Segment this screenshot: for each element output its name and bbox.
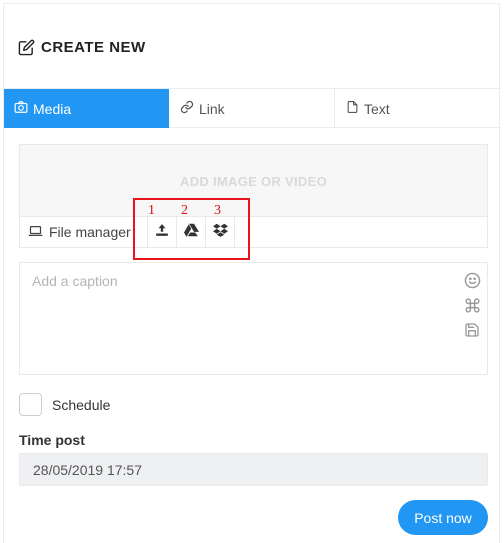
schedule-label: Schedule [52, 396, 111, 413]
google-drive-button[interactable] [177, 217, 206, 247]
media-drop-area[interactable]: ADD IMAGE OR VIDEO File manager [19, 144, 488, 248]
create-new-panel: CREATE NEW Media Link Text ADD IMAGE OR … [3, 3, 501, 543]
annotation-label-2: 2 [181, 203, 188, 218]
caption-placeholder: Add a caption [32, 273, 118, 289]
file-icon [346, 100, 359, 117]
camera-icon [14, 100, 28, 117]
save-icon[interactable] [463, 321, 481, 339]
tab-bar: Media Link Text [4, 88, 501, 128]
post-now-button[interactable]: Post now [398, 500, 488, 535]
file-manager-label: File manager [49, 224, 131, 240]
command-icon[interactable] [463, 296, 481, 314]
smile-icon[interactable] [463, 271, 481, 289]
annotation-label-3: 3 [214, 203, 221, 218]
time-post-label: Time post [19, 432, 85, 448]
tab-media-label: Media [33, 100, 72, 117]
upload-icon [155, 223, 169, 242]
schedule-checkbox[interactable] [19, 393, 42, 416]
link-icon [180, 100, 194, 117]
tab-text-label: Text [364, 100, 390, 117]
edit-icon [18, 39, 35, 56]
page-title: CREATE NEW [41, 38, 146, 56]
upload-button[interactable] [148, 217, 177, 247]
caption-tools [463, 271, 481, 339]
tab-link[interactable]: Link [169, 89, 335, 128]
dropbox-button[interactable] [206, 217, 235, 247]
caption-field[interactable]: Add a caption [19, 262, 488, 375]
tab-media[interactable]: Media [4, 89, 169, 128]
google-drive-icon [183, 223, 199, 242]
annotation-label-1: 1 [148, 203, 155, 218]
drop-label: ADD IMAGE OR VIDEO [180, 174, 327, 189]
tab-link-label: Link [199, 100, 225, 117]
file-manager-button[interactable]: File manager [20, 217, 148, 247]
tab-text[interactable]: Text [335, 89, 501, 128]
laptop-icon [28, 224, 43, 240]
schedule-option[interactable]: Schedule [19, 393, 110, 416]
time-post-input[interactable]: 28/05/2019 17:57 [19, 453, 488, 486]
dropbox-icon [212, 223, 228, 242]
panel-header: CREATE NEW [18, 36, 146, 58]
media-toolbar: File manager [20, 216, 487, 247]
